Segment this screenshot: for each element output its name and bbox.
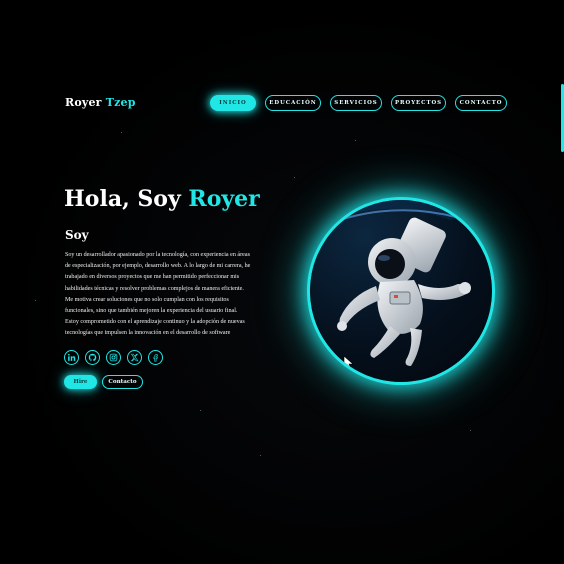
- nav-item-inicio[interactable]: INICIO: [210, 95, 256, 111]
- nav-item-servicios[interactable]: SERVICIOS: [330, 95, 382, 111]
- hero-actions: Hire Contacto: [64, 375, 143, 389]
- hero-description: Soy un desarrollador apasionado por la t…: [65, 250, 273, 340]
- star: [470, 430, 471, 431]
- x-twitter-icon: [130, 353, 139, 362]
- portfolio-page: Royer Tzep INICIO EDUCACIÓN SERVICIOS PR…: [0, 0, 564, 564]
- description-line: Me motiva crear soluciones que no solo c…: [65, 296, 229, 303]
- description-line: de especialización, por ejemplo, desarro…: [65, 263, 251, 270]
- main-nav: INICIO EDUCACIÓN SERVICIOS PROYECTOS CON…: [210, 95, 507, 111]
- hero-name: Royer: [188, 186, 260, 212]
- contact-button[interactable]: Contacto: [102, 375, 143, 389]
- star: [294, 177, 295, 178]
- linkedin-link[interactable]: [64, 350, 79, 365]
- description-line: Estoy comprometido con el aprendizaje co…: [65, 319, 245, 326]
- astronaut-illustration: [310, 200, 492, 372]
- star: [35, 300, 36, 301]
- description-line: funcionales, sino que también mejoren la…: [65, 308, 238, 315]
- site-logo[interactable]: Royer Tzep: [65, 96, 136, 109]
- facebook-link[interactable]: [148, 350, 163, 365]
- social-links: [64, 350, 163, 365]
- star: [355, 140, 356, 141]
- instagram-link[interactable]: [106, 350, 121, 365]
- star: [260, 455, 261, 456]
- instagram-icon: [109, 353, 118, 362]
- star: [200, 410, 201, 411]
- hero-subtitle: Soy: [65, 228, 89, 242]
- x-twitter-link[interactable]: [127, 350, 142, 365]
- description-line: habilidades técnicas y resolver problema…: [65, 285, 244, 292]
- logo-first: Royer: [65, 96, 102, 109]
- logo-accent: Tzep: [105, 96, 136, 109]
- linkedin-icon: [68, 353, 76, 361]
- hero-title: Hola, Soy Royer: [64, 186, 260, 212]
- nav-item-contacto[interactable]: CONTACTO: [455, 95, 507, 111]
- nav-item-educacion[interactable]: EDUCACIÓN: [265, 95, 321, 111]
- facebook-icon: [153, 354, 158, 362]
- github-link[interactable]: [85, 350, 100, 365]
- hero-greeting: Hola, Soy: [64, 186, 181, 212]
- description-line: Soy un desarrollador apasionado por la t…: [65, 252, 250, 258]
- star: [121, 132, 122, 133]
- astronaut-image: [310, 200, 492, 382]
- hire-button[interactable]: Hire: [64, 375, 97, 389]
- nav-item-proyectos[interactable]: PROYECTOS: [391, 95, 446, 111]
- github-icon: [88, 353, 97, 362]
- description-line: tecnologías que impulsen la innovación e…: [65, 330, 231, 337]
- description-line: trabajado en diversos proyectos que me h…: [65, 274, 240, 281]
